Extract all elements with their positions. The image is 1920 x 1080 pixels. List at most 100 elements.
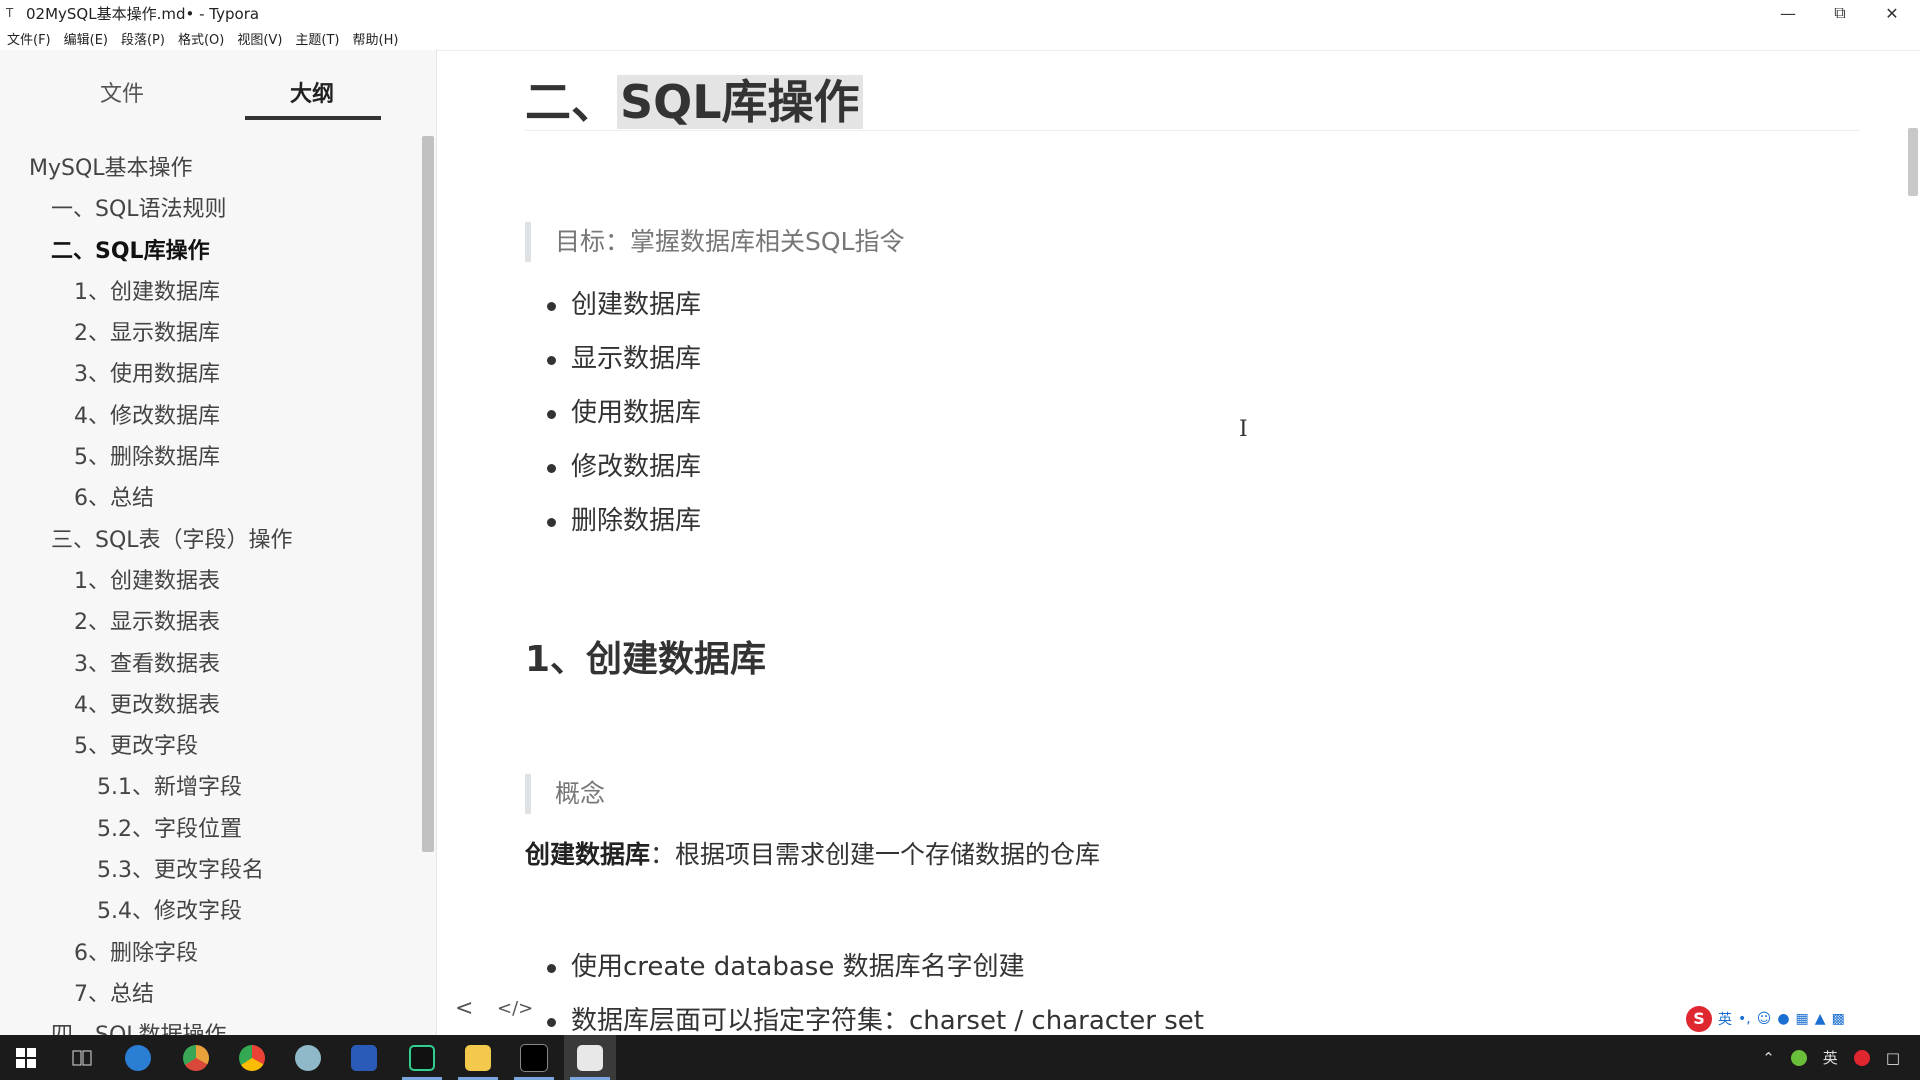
outline-item[interactable]: 3、查看数据表 <box>0 644 420 685</box>
ie-icon <box>125 1044 151 1071</box>
outline-item[interactable]: 三、SQL表（字段）操作 <box>0 520 420 561</box>
outline-list: MySQL基本操作 一、SQL语法规则 二、SQL库操作 1、创建数据库 2、显… <box>0 148 420 1035</box>
outline-item[interactable]: 一、SQL语法规则 <box>0 189 420 230</box>
goal-list: 创建数据库 显示数据库 使用数据库 修改数据库 删除数据库 <box>547 278 701 548</box>
task-view-button[interactable] <box>56 1035 108 1080</box>
terminal-icon <box>520 1043 548 1072</box>
menu-paragraph[interactable]: 段落(P) <box>114 29 171 48</box>
editor-scrollbar[interactable] <box>1908 128 1918 196</box>
heading-prefix: 二、 <box>525 75 617 129</box>
heading-sql-db-ops: 二、SQL库操作 <box>525 66 863 132</box>
sogou-logo-icon[interactable]: S <box>1686 1006 1712 1032</box>
taskbar-chrome[interactable] <box>226 1035 278 1080</box>
skin-icon[interactable]: ▲ <box>1815 1011 1826 1027</box>
chrome-icon <box>239 1044 265 1071</box>
list-item: 修改数据库 <box>547 440 701 494</box>
sogou-tray-icon[interactable] <box>1853 1049 1870 1066</box>
outline-item[interactable]: 2、显示数据表 <box>0 602 420 643</box>
outline-item[interactable]: 5.1、新增字段 <box>0 767 420 808</box>
title-bar: T 02MySQL基本操作.md• - Typora — ⧉ ✕ <box>0 0 1920 26</box>
text-cursor: I <box>1239 417 1248 442</box>
tab-files[interactable]: 文件 <box>55 76 189 108</box>
outline-item[interactable]: 3、使用数据库 <box>0 354 420 395</box>
goal-blockquote: 目标：掌握数据库相关SQL指令 <box>525 222 904 262</box>
taskbar-chrome-canary[interactable] <box>170 1035 222 1080</box>
taskbar-typora[interactable] <box>564 1035 616 1080</box>
outline-item[interactable]: 1、创建数据表 <box>0 561 420 602</box>
start-button[interactable] <box>0 1035 52 1080</box>
taskbar-pycharm[interactable] <box>396 1035 448 1080</box>
list-item: 使用create database 数据库名字创建 <box>547 940 1204 994</box>
list-item: 数据库层面可以指定字符集：charset / character set <box>547 994 1204 1035</box>
outline-item[interactable]: 6、删除字段 <box>0 933 420 974</box>
heading-create-database: 1、创建数据库 <box>525 639 767 680</box>
menu-edit[interactable]: 编辑(E) <box>57 29 114 48</box>
outline-item[interactable]: 4、更改数据表 <box>0 685 420 726</box>
toolbox-icon[interactable]: ▩ <box>1832 1011 1845 1027</box>
outline-item[interactable]: 四、SQL数据操作 <box>0 1015 420 1035</box>
heading-highlighted-text: SQL库操作 <box>617 75 863 129</box>
outline-item[interactable]: 7、总结 <box>0 974 420 1015</box>
active-tab-indicator <box>245 116 381 120</box>
restore-button[interactable]: ⧉ <box>1814 0 1866 26</box>
ime-toolbar: S 英 •, ☺ ● ▦ ▲ ▩ <box>1686 1003 1920 1035</box>
ime-lang[interactable]: 英 <box>1718 1009 1732 1029</box>
taskbar-explorer[interactable] <box>452 1035 504 1080</box>
typora-app-icon: T <box>6 6 14 20</box>
outline-item[interactable]: 5.4、修改字段 <box>0 891 420 932</box>
menu-theme[interactable]: 主题(T) <box>288 29 345 48</box>
powershell-icon <box>351 1044 377 1071</box>
outline-item[interactable]: 4、修改数据库 <box>0 396 420 437</box>
folder-icon <box>465 1044 491 1071</box>
outline-item[interactable]: 5、删除数据库 <box>0 437 420 478</box>
windows-logo-icon <box>16 1047 36 1068</box>
window-title: 02MySQL基本操作.md• - Typora <box>26 4 260 23</box>
definition-text: ：根据项目需求创建一个存储数据的仓库 <box>650 840 1101 869</box>
list-item: 创建数据库 <box>547 278 701 332</box>
heading-divider <box>525 130 1860 131</box>
list-item: 使用数据库 <box>547 386 701 440</box>
pycharm-icon <box>409 1044 435 1071</box>
menu-help[interactable]: 帮助(H) <box>346 29 405 48</box>
taskbar-paw[interactable] <box>282 1035 334 1080</box>
menu-format[interactable]: 格式(O) <box>171 29 230 48</box>
menu-view[interactable]: 视图(V) <box>230 29 288 48</box>
tray-ime-lang[interactable]: 英 <box>1823 1047 1838 1068</box>
source-code-icon[interactable]: </> <box>497 998 533 1019</box>
close-button[interactable]: ✕ <box>1866 0 1918 26</box>
chrome-canary-icon <box>183 1044 209 1071</box>
menu-bar: 文件(F) 编辑(E) 段落(P) 格式(O) 视图(V) 主题(T) 帮助(H… <box>0 26 1920 51</box>
outline-item[interactable]: 5.3、更改字段名 <box>0 850 420 891</box>
editor[interactable]: 二、SQL库操作 目标：掌握数据库相关SQL指令 创建数据库 显示数据库 使用数… <box>437 50 1920 1035</box>
tray-app-icon[interactable] <box>1790 1049 1807 1066</box>
microphone-icon[interactable]: ● <box>1777 1011 1789 1027</box>
list-item: 删除数据库 <box>547 494 701 548</box>
taskbar-terminal[interactable] <box>508 1035 560 1080</box>
list-item: 显示数据库 <box>547 332 701 386</box>
minimize-button[interactable]: — <box>1762 0 1814 26</box>
sidebar-footer: < </> <box>437 988 557 1033</box>
back-arrow-icon[interactable]: < <box>455 996 473 1021</box>
outline-item[interactable]: 5、更改字段 <box>0 726 420 767</box>
concept-blockquote: 概念 <box>525 774 605 814</box>
outline-item[interactable]: 5.2、字段位置 <box>0 809 420 850</box>
tab-outline[interactable]: 大纲 <box>245 76 379 108</box>
emoji-icon[interactable]: ☺ <box>1757 1011 1772 1027</box>
taskbar-ie[interactable] <box>112 1035 164 1080</box>
taskbar-powershell[interactable] <box>338 1035 390 1080</box>
typora-icon <box>577 1044 603 1071</box>
system-tray: ⌃ 英 □ <box>1762 1035 1920 1080</box>
outline-item[interactable]: MySQL基本操作 <box>0 148 420 189</box>
sidebar-tabs: 文件 大纲 <box>0 50 436 122</box>
outline-item[interactable]: 1、创建数据库 <box>0 272 420 313</box>
chevron-up-icon[interactable]: ⌃ <box>1762 1049 1775 1067</box>
outline-item-active[interactable]: 二、SQL库操作 <box>0 231 420 272</box>
keyboard-icon[interactable]: ▦ <box>1796 1011 1809 1027</box>
sidebar-scrollbar[interactable] <box>422 136 434 852</box>
outline-item[interactable]: 2、显示数据库 <box>0 313 420 354</box>
notification-icon[interactable]: □ <box>1886 1049 1900 1067</box>
ime-punct[interactable]: •, <box>1738 1011 1751 1027</box>
task-view-icon <box>72 1050 92 1065</box>
outline-item[interactable]: 6、总结 <box>0 478 420 519</box>
menu-file[interactable]: 文件(F) <box>0 29 57 48</box>
